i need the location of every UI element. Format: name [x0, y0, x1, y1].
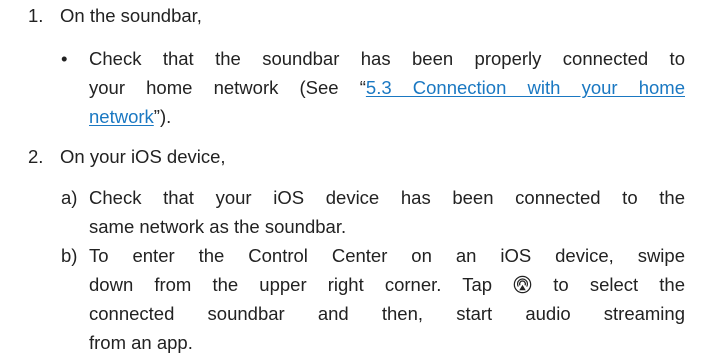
step-2b-line-3: connected soundbar and then, start audio… — [89, 303, 685, 324]
step-2b-line-1: To enter the Control Center on an iOS de… — [89, 245, 685, 266]
step-2a-line-2: same network as the soundbar. — [89, 216, 347, 237]
step-2b-line-2-prefix: down from the upper right corner. — [89, 274, 442, 295]
step-1-text: On the soundbar, — [60, 5, 202, 26]
step-2a-line-1: Check that your iOS device has been conn… — [89, 187, 685, 208]
step-1-bullet-line-3: network”). — [89, 105, 171, 129]
step-1-bullet-line-2: your home network (See “5.3 Connection w… — [89, 76, 685, 100]
step-1-number: 1. — [28, 5, 44, 26]
home-network-link-continued[interactable]: network — [89, 106, 154, 127]
airplay-audio-icon — [513, 275, 532, 294]
tap-word: Tap — [462, 274, 493, 295]
step-2b-line-2: down from the upper right corner. Tap to… — [89, 273, 685, 297]
home-network-link[interactable]: 5.3 Connection with your home — [366, 77, 685, 98]
step-1-bullet-marker: • — [61, 48, 68, 69]
step-2a-marker: a) — [61, 187, 78, 208]
see-suffix: ”). — [153, 106, 172, 127]
see-prefix: your home network (See “ — [89, 77, 366, 98]
select-the-text: to select the — [553, 274, 685, 295]
step-2b-marker: b) — [61, 245, 78, 266]
step-2-text: On your iOS device, — [60, 146, 226, 167]
step-2-number: 2. — [28, 146, 44, 167]
step-2b-line-4: from an app. — [89, 332, 193, 353]
step-1-bullet-line-1: Check that the soundbar has been properl… — [89, 48, 685, 69]
